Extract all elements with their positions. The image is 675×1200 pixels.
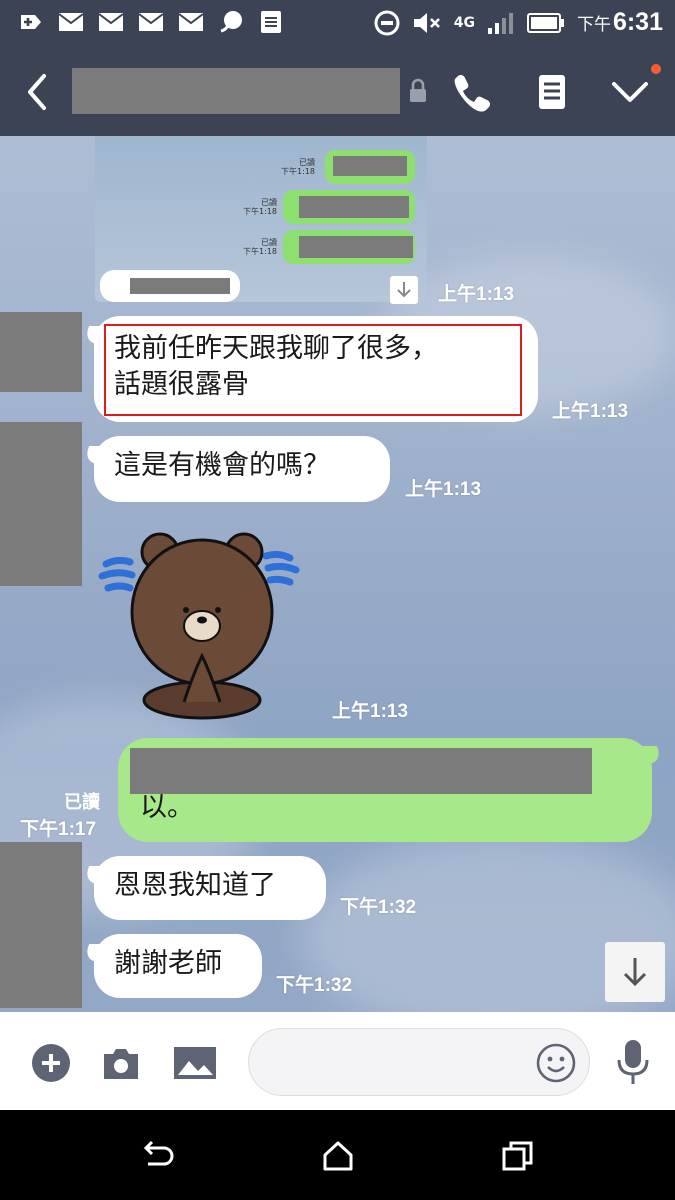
system-nav-bar — [0, 1110, 675, 1200]
message-text: 這是有機會的嗎？ — [114, 450, 330, 481]
mic-icon[interactable] — [612, 1038, 654, 1086]
timestamp: 上午1:13 — [552, 401, 629, 422]
scroll-down-icon[interactable] — [605, 942, 665, 1002]
timestamp: 上午1:13 — [405, 479, 482, 500]
home-icon[interactable] — [320, 1138, 356, 1174]
input-bar — [0, 1012, 675, 1110]
battery-icon — [526, 12, 564, 33]
timestamp: 下午1:17 — [20, 819, 97, 840]
message-text: 恩恩我知道了 — [114, 870, 276, 901]
image-icon[interactable] — [172, 1042, 218, 1084]
chat-title-redacted[interactable] — [72, 68, 400, 114]
download-icon[interactable] — [390, 276, 418, 304]
avatar[interactable] — [0, 312, 82, 392]
message-bubble[interactable]: 這是有機會的嗎？ — [94, 436, 390, 502]
add-box-icon — [18, 10, 44, 34]
plus-icon[interactable] — [30, 1042, 72, 1084]
mail-icon — [98, 10, 124, 34]
recents-icon[interactable] — [500, 1138, 536, 1174]
phone-icon[interactable] — [450, 70, 494, 114]
nav-back-icon[interactable] — [140, 1138, 176, 1174]
notes-icon[interactable] — [530, 70, 574, 114]
camera-icon[interactable] — [100, 1042, 142, 1084]
mail-icon — [138, 10, 164, 34]
message-bubble[interactable]: 恩恩我知道了 — [94, 856, 326, 920]
chat-header — [0, 48, 675, 136]
timestamp: 上午1:13 — [438, 284, 515, 305]
notification-dot — [651, 64, 661, 74]
document-icon — [258, 10, 284, 34]
dropdown-icon[interactable] — [608, 70, 652, 114]
highlight-box — [104, 324, 522, 416]
sent-message-bubble[interactable]: 以。 — [118, 738, 652, 842]
mute-icon — [413, 12, 440, 33]
mail-icon — [178, 10, 204, 34]
chat-area[interactable]: 已讀 下午1:18 已讀 下午1:18 已讀 下午1:18 上午1:13 我前任昨天跟… — [0, 136, 675, 1012]
timestamp: 下午1:32 — [340, 897, 417, 918]
message-text: 謝謝老師 — [114, 948, 222, 979]
mail-icon — [58, 10, 84, 34]
do-not-disturb-icon — [374, 10, 400, 35]
bear-sticker[interactable] — [96, 522, 306, 722]
lock-icon — [410, 78, 426, 102]
network-type: 4G — [453, 14, 475, 31]
avatar[interactable] — [0, 422, 82, 586]
message-text: 以。 — [140, 792, 194, 823]
timestamp: 下午1:32 — [276, 975, 353, 996]
chat-bubble-icon — [218, 10, 244, 34]
message-bubble[interactable]: 謝謝老師 — [94, 934, 262, 998]
read-receipt: 已讀 — [64, 792, 100, 812]
timestamp: 上午1:13 — [332, 701, 409, 722]
back-icon[interactable] — [22, 72, 54, 112]
status-bar: 4G 下午6:31 — [0, 0, 675, 48]
status-time: 下午6:31 — [576, 8, 663, 36]
emoji-icon[interactable] — [535, 1042, 577, 1084]
signal-icon — [487, 12, 513, 34]
avatar[interactable] — [0, 842, 82, 1008]
redacted-text — [130, 748, 592, 794]
screenshot-inner-bubble — [100, 270, 240, 302]
message-input[interactable] — [248, 1028, 590, 1096]
